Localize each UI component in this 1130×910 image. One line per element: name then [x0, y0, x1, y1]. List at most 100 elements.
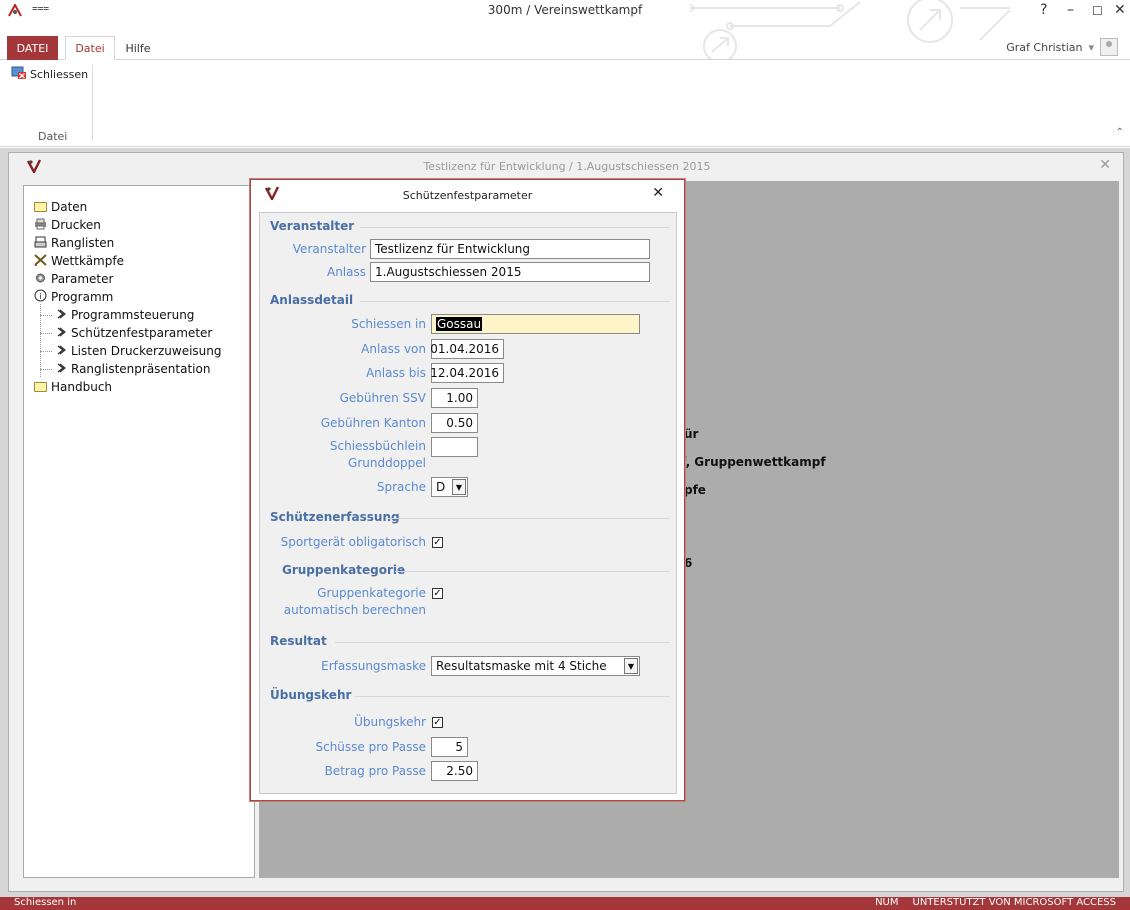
betrag-label: Betrag pro Passe	[324, 764, 426, 778]
erfassungsmaske-label: Erfassungsmaske	[321, 659, 426, 673]
section-divider	[388, 518, 670, 519]
chevron-down-icon[interactable]: ▼	[452, 479, 466, 495]
info-icon: i	[34, 289, 47, 305]
restore-button[interactable]: ☐	[1092, 4, 1103, 18]
tree-item-programm[interactable]: i Programm	[34, 288, 113, 306]
veranstalter-label: Veranstalter	[292, 242, 366, 256]
section-gruppenkategorie: Gruppenkategorie	[282, 563, 406, 577]
gebuehren-ssv-label: Gebühren SSV	[339, 391, 426, 405]
tree-item-ranglistenpraesentation[interactable]: Ranglistenpräsentation	[54, 360, 210, 378]
schliessen-button[interactable]: Schliessen	[11, 66, 88, 83]
sportgeraet-checkbox[interactable]: ✓	[432, 537, 443, 548]
anlass-von-label: Anlass von	[361, 342, 426, 356]
tree-item-listen-druckerzuweisung[interactable]: Listen Druckerzuweisung	[54, 342, 222, 360]
tree-item-ranglisten[interactable]: Ranglisten	[34, 234, 114, 252]
tree-item-programmsteuerung[interactable]: Programmsteuerung	[54, 306, 194, 324]
num-lock-indicator: NUM	[875, 897, 899, 908]
section-uebungskehr: Übungskehr	[270, 688, 352, 702]
anlass-field[interactable]: 1.Augustschiessen 2015	[370, 262, 650, 282]
svg-text:i: i	[39, 292, 41, 301]
tree-item-label: Handbuch	[51, 380, 113, 394]
gebuehren-ssv-field[interactable]: 1.00	[431, 388, 478, 408]
close-window-button[interactable]: ✕	[1114, 2, 1126, 18]
chevron-down-icon[interactable]: ▼	[624, 658, 638, 674]
erfassungsmaske-select[interactable]: Resultatsmaske mit 4 Stiche ▼	[431, 656, 640, 676]
gruppenkat-checkbox[interactable]: ✓	[432, 588, 443, 599]
powered-by-text: UNTERSTÜTZT VON MICROSOFT ACCESS	[912, 897, 1117, 908]
sprache-value: D	[436, 480, 446, 494]
tree-item-label: Parameter	[51, 272, 114, 286]
tree-item-wettkaempfe[interactable]: Wettkämpfe	[34, 252, 124, 270]
close-document-button[interactable]: ✕	[1099, 157, 1111, 173]
gebuehren-kanton-field[interactable]: 0.50	[431, 413, 478, 433]
status-text: Schiessen in	[14, 897, 77, 908]
uebungskehr-checkbox[interactable]: ✓	[432, 717, 443, 728]
tree-item-drucken[interactable]: Drucken	[34, 216, 101, 234]
title-bar: ⩶ 300m / Vereinswettkampf ? – ☐ ✕	[0, 0, 1130, 60]
user-account[interactable]: Graf Christian ▾	[1006, 38, 1118, 56]
tree-item-label: Schützenfestparameter	[71, 326, 213, 340]
uebungskehr-label: Übungskehr	[354, 715, 426, 729]
chevron-right-icon	[54, 308, 67, 322]
section-schuetzenerfassung: Schützenerfassung	[270, 510, 400, 524]
tab-datei[interactable]: Datei	[65, 36, 115, 60]
section-resultat: Resultat	[270, 634, 327, 648]
schuetzenfestparameter-dialog: Schützenfestparameter ✕ Veranstalter Ver…	[250, 179, 685, 801]
background-text: ür	[684, 427, 699, 441]
background-text: 6	[684, 556, 693, 570]
dialog-title: Schützenfestparameter	[402, 189, 533, 202]
background-text: pfe	[684, 483, 706, 497]
ribbon: Schliessen Datei ⌃	[0, 61, 1130, 147]
tree-item-parameter[interactable]: Parameter	[34, 270, 113, 288]
tree-item-schuetzenfestparameter[interactable]: Schützenfestparameter	[54, 324, 212, 342]
user-dropdown-icon[interactable]: ▾	[1088, 41, 1094, 54]
collapse-ribbon-icon[interactable]: ⌃	[1116, 127, 1124, 138]
tree-item-label: Wettkämpfe	[51, 254, 124, 268]
folder-icon	[34, 382, 47, 392]
schiessbuechlein-field[interactable]	[431, 437, 478, 457]
close-document-icon	[11, 66, 27, 83]
gruppenkat-label: Gruppenkategorie	[317, 586, 426, 600]
sportgeraet-label: Sportgerät obligatorisch	[280, 535, 426, 549]
tree-item-label: Ranglistenpräsentation	[71, 362, 211, 376]
grunddoppel-label: Grunddoppel	[348, 456, 426, 470]
tree-item-handbuch[interactable]: Handbuch	[34, 378, 112, 396]
tree-item-label: Drucken	[51, 218, 101, 232]
section-divider	[360, 301, 670, 302]
anlass-bis-label: Anlass bis	[365, 366, 426, 380]
tab-file-menu[interactable]: DATEI	[7, 36, 58, 60]
anlass-von-field[interactable]: 01.04.2016	[430, 339, 504, 359]
section-anlassdetail: Anlassdetail	[270, 293, 354, 307]
help-button[interactable]: ?	[1040, 2, 1047, 18]
avatar[interactable]	[1100, 38, 1118, 56]
user-name: Graf Christian	[1006, 40, 1083, 54]
tree-item-label: Daten	[51, 200, 88, 214]
dialog-header: Schützenfestparameter ✕	[251, 180, 684, 210]
folder-icon	[34, 202, 47, 212]
tree-item-daten[interactable]: Daten	[34, 198, 87, 216]
tree-item-label: Programmsteuerung	[71, 308, 195, 322]
tree-connector	[40, 369, 52, 370]
anlass-bis-field[interactable]: 12.04.2016	[430, 363, 504, 383]
veranstalter-field[interactable]: Testlizenz für Entwicklung	[370, 239, 650, 259]
gear-icon	[34, 272, 47, 287]
sprache-select[interactable]: D ▼	[431, 477, 468, 497]
chevron-right-icon	[54, 326, 67, 340]
navigation-tree: Daten Drucken Ranglisten Wettkämpfe Para…	[23, 185, 255, 878]
close-dialog-button[interactable]: ✕	[652, 185, 664, 201]
status-bar: Schiessen in NUM UNTERSTÜTZT VON MICROSO…	[0, 897, 1130, 910]
section-divider	[395, 571, 670, 572]
schiessbuechlein-label: Schiessbüchlein	[329, 439, 426, 453]
tree-item-label: Programm	[51, 290, 114, 304]
tab-hilfe[interactable]: Hilfe	[118, 36, 158, 60]
dialog-body: Veranstalter Veranstalter Testlizenz für…	[259, 212, 677, 794]
betrag-field[interactable]: 2.50	[431, 761, 478, 781]
minimize-button[interactable]: –	[1067, 2, 1074, 18]
tree-connector	[40, 315, 52, 316]
printer-icon	[34, 218, 47, 233]
schuesse-field[interactable]: 5	[431, 737, 468, 757]
section-divider	[355, 696, 670, 697]
erfassungsmaske-value: Resultatsmaske mit 4 Stiche	[436, 659, 607, 673]
status-right: NUM UNTERSTÜTZT VON MICROSOFT ACCESS	[875, 897, 1116, 908]
schiessen-in-field[interactable]: Gossau	[431, 314, 640, 334]
